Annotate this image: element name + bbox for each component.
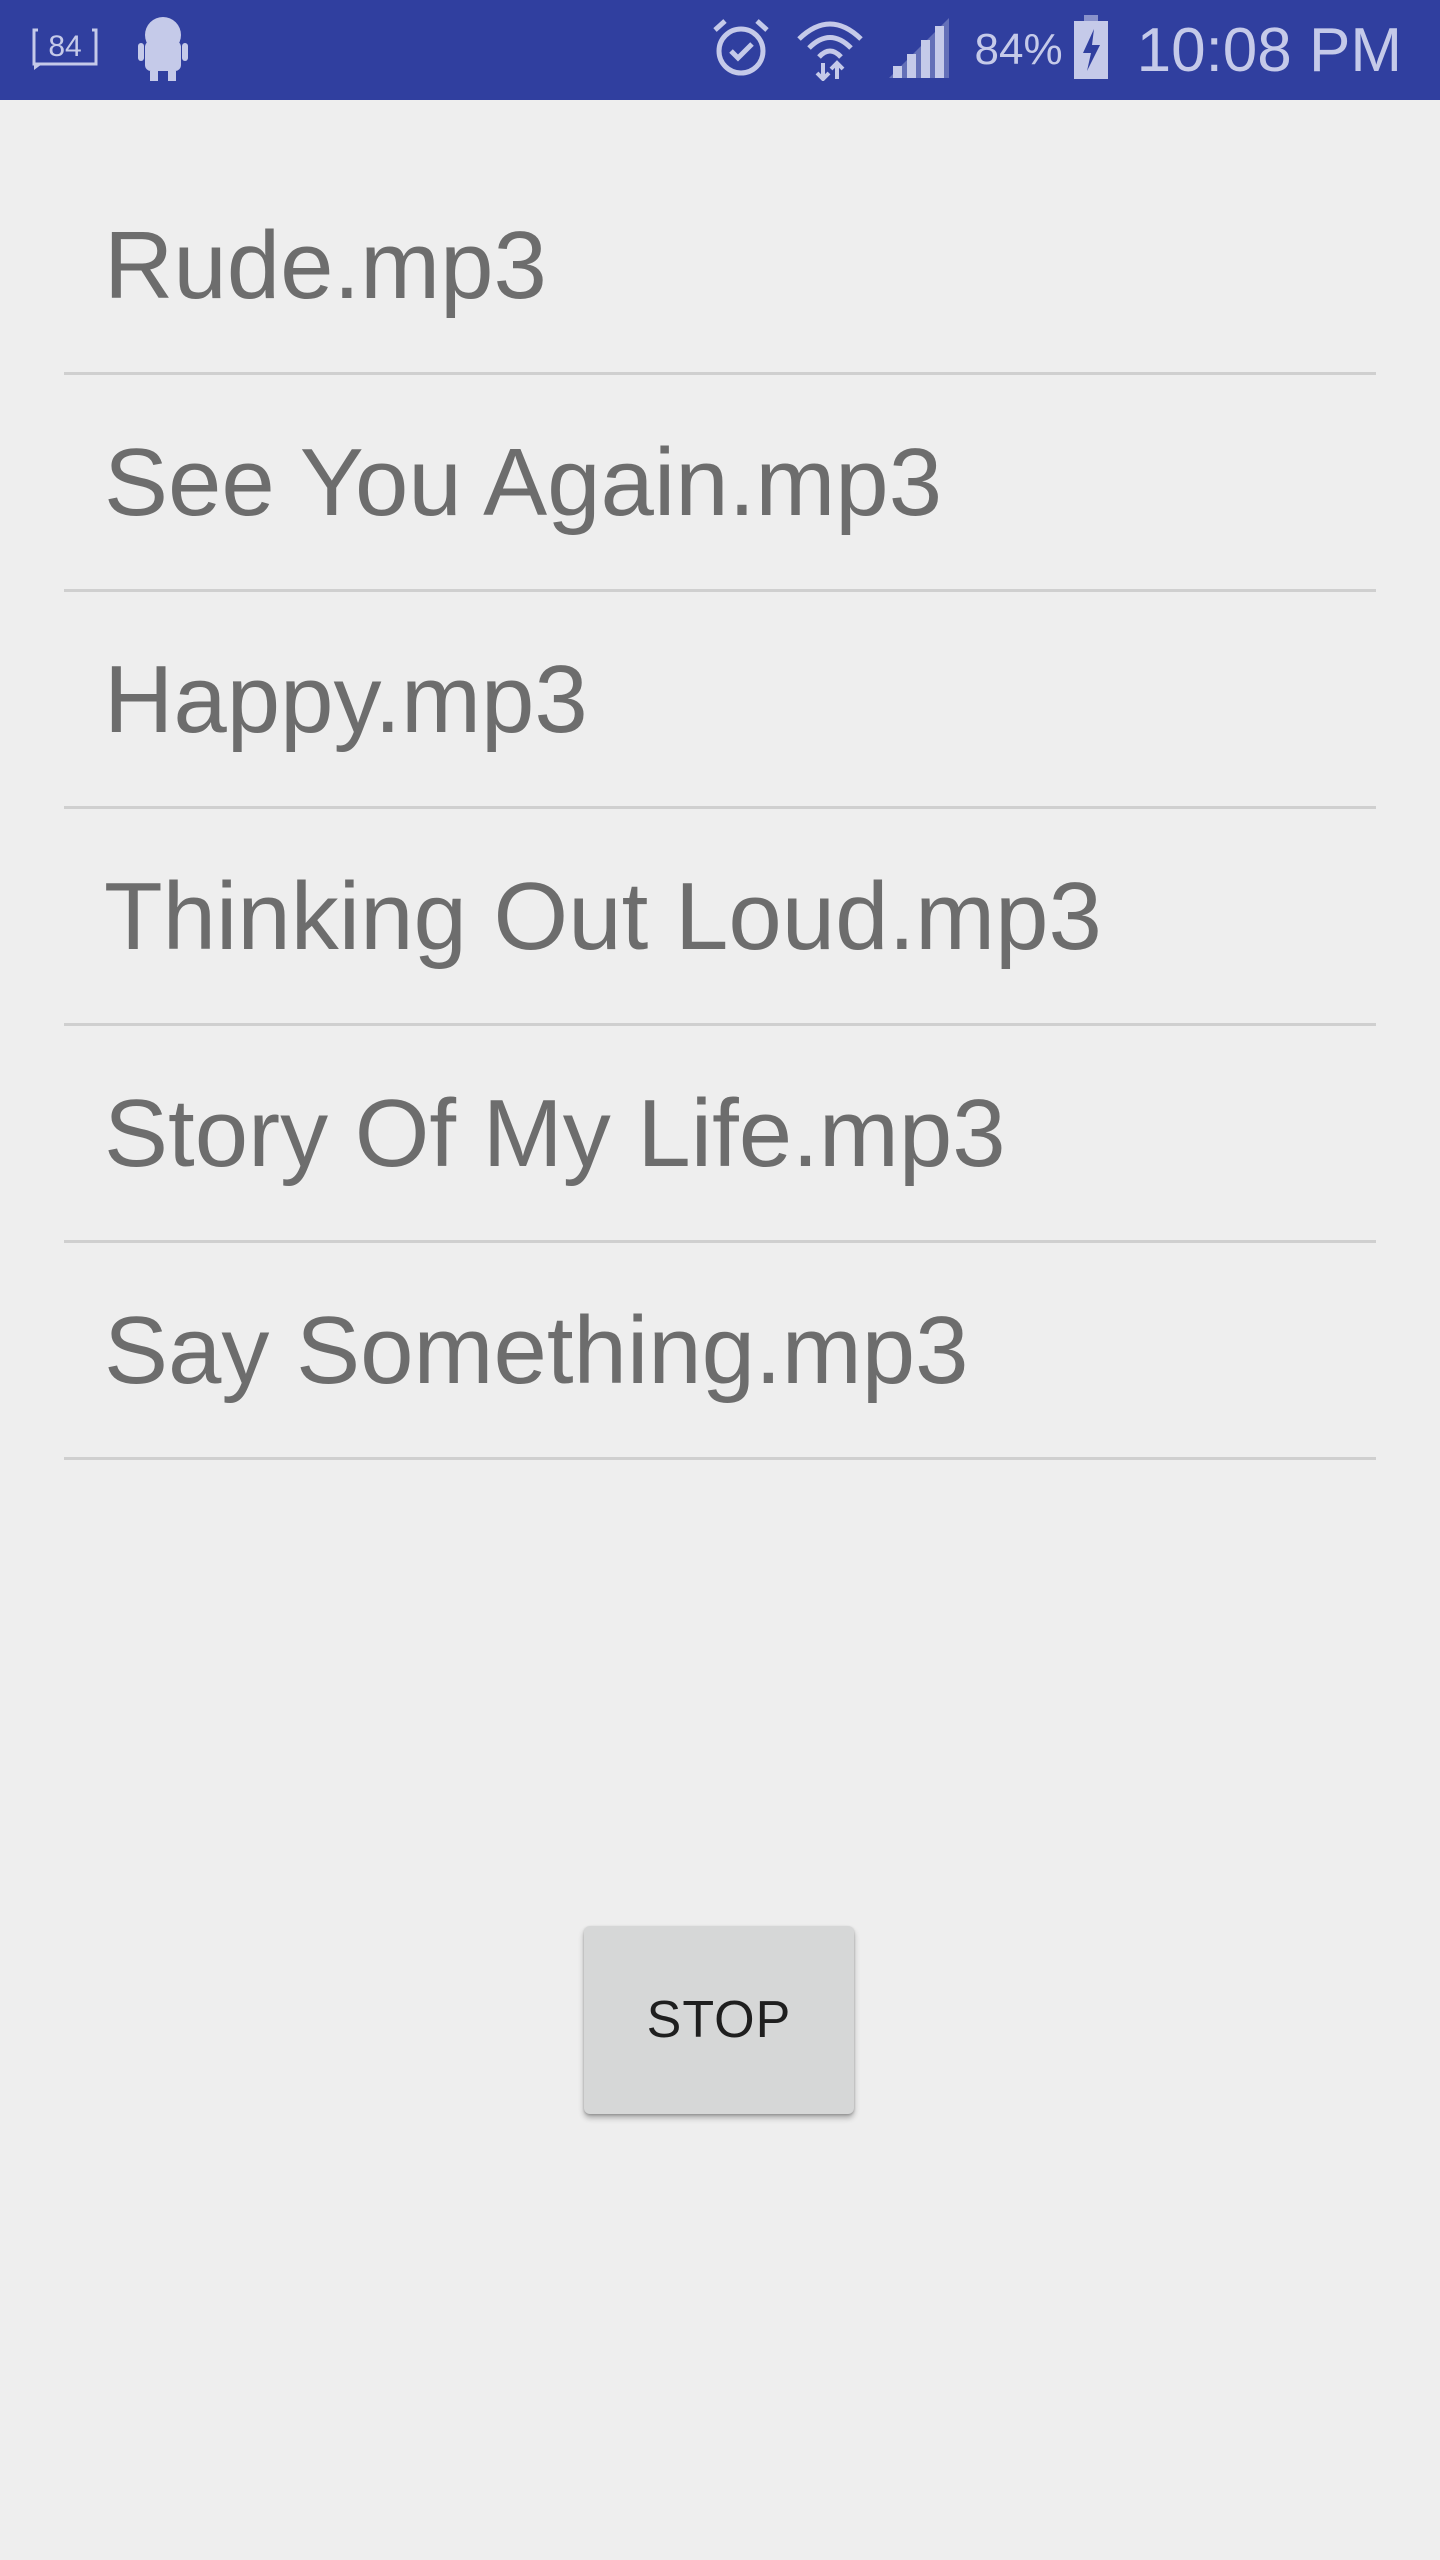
alarm-icon bbox=[709, 16, 773, 85]
song-item-label: Story Of My Life.mp3 bbox=[104, 1080, 1006, 1187]
notification-count: 84 bbox=[48, 30, 81, 63]
song-item-say-something[interactable]: Say Something.mp3 bbox=[64, 1245, 1376, 1460]
signal-icon bbox=[887, 16, 953, 85]
android-debug-icon bbox=[136, 13, 190, 88]
wifi-icon bbox=[795, 15, 865, 86]
battery-charging-icon bbox=[1071, 14, 1111, 86]
stop-button[interactable]: STOP bbox=[584, 1926, 854, 2114]
battery-percent: 84% bbox=[974, 25, 1063, 74]
status-bar-right: 84% 10:08 PM bbox=[709, 10, 1402, 90]
song-item-see-you-again[interactable]: See You Again.mp3 bbox=[64, 377, 1376, 592]
song-item-label: Say Something.mp3 bbox=[104, 1297, 969, 1404]
song-item-label: Happy.mp3 bbox=[104, 646, 588, 753]
notification-count-icon: 84 bbox=[30, 24, 100, 76]
status-bar-left: 84 bbox=[30, 14, 190, 86]
song-item-label: Thinking Out Loud.mp3 bbox=[104, 863, 1102, 970]
clock: 10:08 PM bbox=[1136, 15, 1402, 85]
song-list: Rude.mp3 See You Again.mp3 Happy.mp3 Thi… bbox=[64, 160, 1376, 1462]
song-item-label: See You Again.mp3 bbox=[104, 429, 943, 536]
song-item-rude[interactable]: Rude.mp3 bbox=[64, 160, 1376, 375]
song-item-label: Rude.mp3 bbox=[104, 212, 547, 319]
status-bar: 84 84% 10:08 PM bbox=[0, 0, 1440, 100]
song-item-story-of-my-life[interactable]: Story Of My Life.mp3 bbox=[64, 1028, 1376, 1243]
song-item-thinking-out-loud[interactable]: Thinking Out Loud.mp3 bbox=[64, 811, 1376, 1026]
song-item-happy[interactable]: Happy.mp3 bbox=[64, 594, 1376, 809]
